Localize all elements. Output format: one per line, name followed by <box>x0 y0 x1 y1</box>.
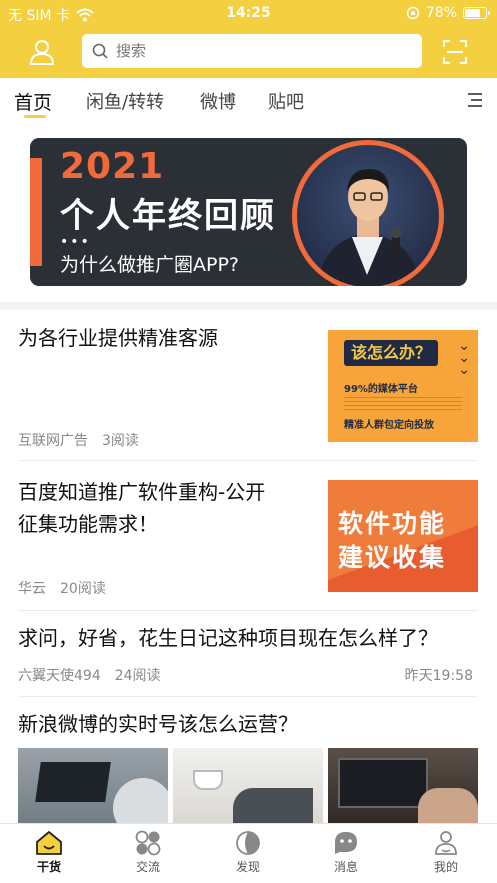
search-icon <box>92 43 108 59</box>
banner-speaker-photo <box>292 140 444 286</box>
search-bar[interactable] <box>82 34 422 68</box>
battery-fill <box>465 9 480 17</box>
article-title: 求问，好省，花生日记这种项目现在怎么样了？ <box>18 626 438 650</box>
article-meta: 六翼天使494 24阅读 <box>18 665 161 685</box>
thumb-line1: 软件功能 <box>338 509 447 538</box>
header: 无 SIM 卡 14:25 78% <box>0 0 497 78</box>
nav-item-xiaoxi[interactable]: 消息 <box>316 830 376 875</box>
chevrons-icon: ⌄ ⌄ ⌄ <box>458 338 470 378</box>
profile-icon <box>435 831 457 855</box>
thumb-line1: 99%的媒体平台 <box>344 384 418 395</box>
tab-bar: 首页 闲鱼/转转 微博 贴吧 <box>0 78 497 122</box>
battery-icon <box>463 7 490 19</box>
section-divider <box>0 302 497 310</box>
message-icon <box>335 832 357 854</box>
speaker-illustration <box>317 169 421 286</box>
scan-icon[interactable] <box>442 39 468 65</box>
article-author: 六翼天使494 <box>18 668 101 684</box>
article-title: 新浪微博的实时号该怎么运营？ <box>18 712 298 736</box>
nav-item-ganhuo[interactable]: 干货 <box>19 830 79 875</box>
banner-year: 2021 <box>60 146 165 187</box>
thumb-heading: 该怎么办？ <box>344 340 438 366</box>
article-time: 昨天19:58 <box>404 668 473 684</box>
nav-label: 干货 <box>36 860 61 874</box>
article-image-2 <box>173 748 323 828</box>
tab-tieba[interactable]: 贴吧 <box>268 88 304 114</box>
article-image-1 <box>18 748 168 828</box>
nav-label: 发现 <box>235 860 260 874</box>
article-image-3 <box>328 748 478 828</box>
compass-icon <box>236 831 260 855</box>
thumb-line2: 精准人群包定向投放 <box>344 420 434 431</box>
home-icon <box>36 831 62 855</box>
tab-xianyu[interactable]: 闲鱼/转转 <box>86 88 164 114</box>
thumb-line2: 建议收集 <box>338 543 447 572</box>
nav-label: 交流 <box>135 860 160 874</box>
thumb-text-lines <box>344 396 462 410</box>
article-reads: 24阅读 <box>114 668 161 684</box>
article-author: 互联网广告 <box>18 433 88 449</box>
article-title: 百度知道推广软件重构-公开 征集功能需求！ <box>18 480 266 536</box>
banner-title: 个人年终回顾 <box>60 196 276 236</box>
app-screen: 无 SIM 卡 14:25 78% 搜索 首页 闲鱼/转转 微博 贴吧 2021… <box>0 0 497 883</box>
nav-label: 消息 <box>333 860 358 874</box>
banner-subtitle: 为什么做推广圈APP? <box>60 254 239 276</box>
tab-weibo[interactable]: 微博 <box>200 88 236 114</box>
article-reads: 3阅读 <box>102 433 139 449</box>
banner-stripe <box>30 158 42 266</box>
article-title: 为各行业提供精准客源 <box>18 326 218 350</box>
nav-label: 我的 <box>433 860 458 874</box>
tab-home[interactable]: 首页 <box>14 88 52 115</box>
user-icon[interactable] <box>28 38 56 66</box>
bottom-navigation: 干货 交流 发现 消息 我的 <box>0 823 497 883</box>
menu-icon[interactable] <box>466 91 484 109</box>
orientation-lock-icon <box>406 6 420 20</box>
article-thumbnail: 该怎么办？ ⌄ ⌄ ⌄ 99%的媒体平台 精准人群包定向投放 <box>328 330 478 442</box>
active-tab-indicator <box>24 115 46 118</box>
nav-item-wode[interactable]: 我的 <box>416 830 476 875</box>
article-reads: 20阅读 <box>60 581 106 597</box>
status-bar: 无 SIM 卡 14:25 78% <box>0 0 497 26</box>
article-thumbnail: 软件功能 建议收集 <box>328 480 478 592</box>
article-author: 华云 <box>18 581 46 597</box>
battery-percent: 78% <box>425 5 457 21</box>
article-meta: 互联网广告 3阅读 <box>18 430 139 450</box>
chat-icon <box>135 830 161 856</box>
nav-item-jiaoliu[interactable]: 交流 <box>118 830 178 875</box>
search-input[interactable] <box>116 42 396 60</box>
banner-dots: ••• <box>60 234 91 250</box>
article-meta: 华云 20阅读 <box>18 578 106 598</box>
promo-banner[interactable]: 2021 个人年终回顾 ••• 为什么做推广圈APP? <box>30 138 467 286</box>
nav-item-faxian[interactable]: 发现 <box>218 830 278 875</box>
